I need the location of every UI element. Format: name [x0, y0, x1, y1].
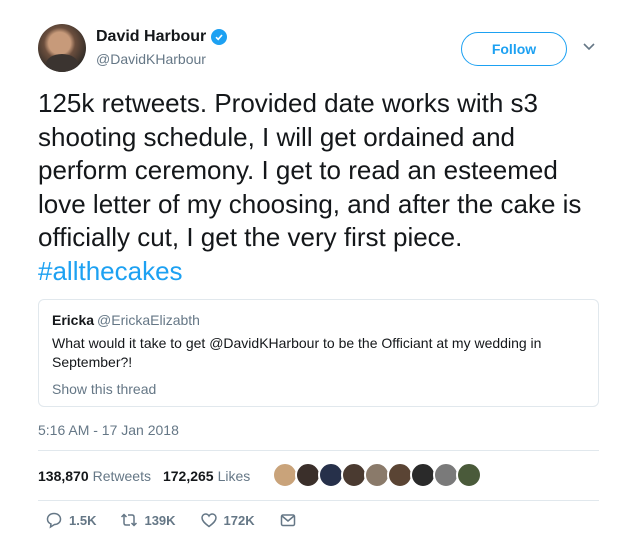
follow-button[interactable]: Follow: [461, 32, 567, 66]
tweet-actions: 1.5K 139K 172K: [45, 511, 321, 529]
engagement-stats: 138,870 Retweets 172,265 Likes: [38, 459, 262, 493]
author-display-name[interactable]: David Harbour: [96, 28, 206, 46]
hashtag-link[interactable]: #allthecakes: [38, 256, 183, 286]
quoted-tweet-text: What would it take to get @DavidKHarbour…: [52, 335, 542, 370]
retweet-icon: [121, 513, 138, 527]
author-block: David Harbour @DavidKHarbour: [96, 28, 228, 67]
avatar[interactable]: [38, 24, 86, 72]
divider: [38, 500, 599, 501]
tweet-body: 125k retweets. Provided date works with …: [38, 88, 582, 252]
direct-message-button[interactable]: [279, 511, 297, 529]
retweets-label[interactable]: Retweets: [93, 468, 151, 484]
retweet-count: 139K: [144, 512, 176, 528]
liker-avatar[interactable]: [456, 462, 482, 488]
verified-badge-icon: [211, 29, 228, 45]
retweets-count[interactable]: 138,870: [38, 468, 89, 484]
tweet-text: 125k retweets. Provided date works with …: [38, 87, 608, 288]
like-button[interactable]: 172K: [200, 511, 255, 529]
quoted-tweet-header: Ericka @ErickaElizabth: [52, 312, 585, 328]
tweet-header: David Harbour @DavidKHarbour Follow: [38, 24, 617, 76]
likes-count[interactable]: 172,265: [163, 468, 214, 484]
likes-label[interactable]: Likes: [218, 468, 251, 484]
reply-button[interactable]: 1.5K: [45, 511, 96, 529]
divider: [38, 450, 599, 451]
name-row: David Harbour: [96, 28, 228, 46]
like-count: 172K: [223, 512, 255, 528]
show-thread-link[interactable]: Show this thread: [52, 381, 585, 397]
heart-icon: [200, 513, 217, 528]
tweet-timestamp[interactable]: 5:16 AM - 17 Jan 2018: [38, 422, 179, 438]
likers-avatars: [272, 462, 482, 488]
author-handle[interactable]: @DavidKHarbour: [96, 51, 227, 67]
quoted-author-handle: @ErickaElizabth: [97, 312, 200, 328]
envelope-icon: [280, 514, 295, 527]
retweet-button[interactable]: 139K: [120, 511, 176, 529]
reply-icon: [46, 512, 62, 529]
quoted-author-name: Ericka: [52, 312, 95, 328]
quoted-tweet[interactable]: Ericka @ErickaElizabth What would it take…: [38, 299, 599, 407]
reply-count: 1.5K: [69, 512, 97, 528]
chevron-down-icon[interactable]: [581, 38, 597, 54]
